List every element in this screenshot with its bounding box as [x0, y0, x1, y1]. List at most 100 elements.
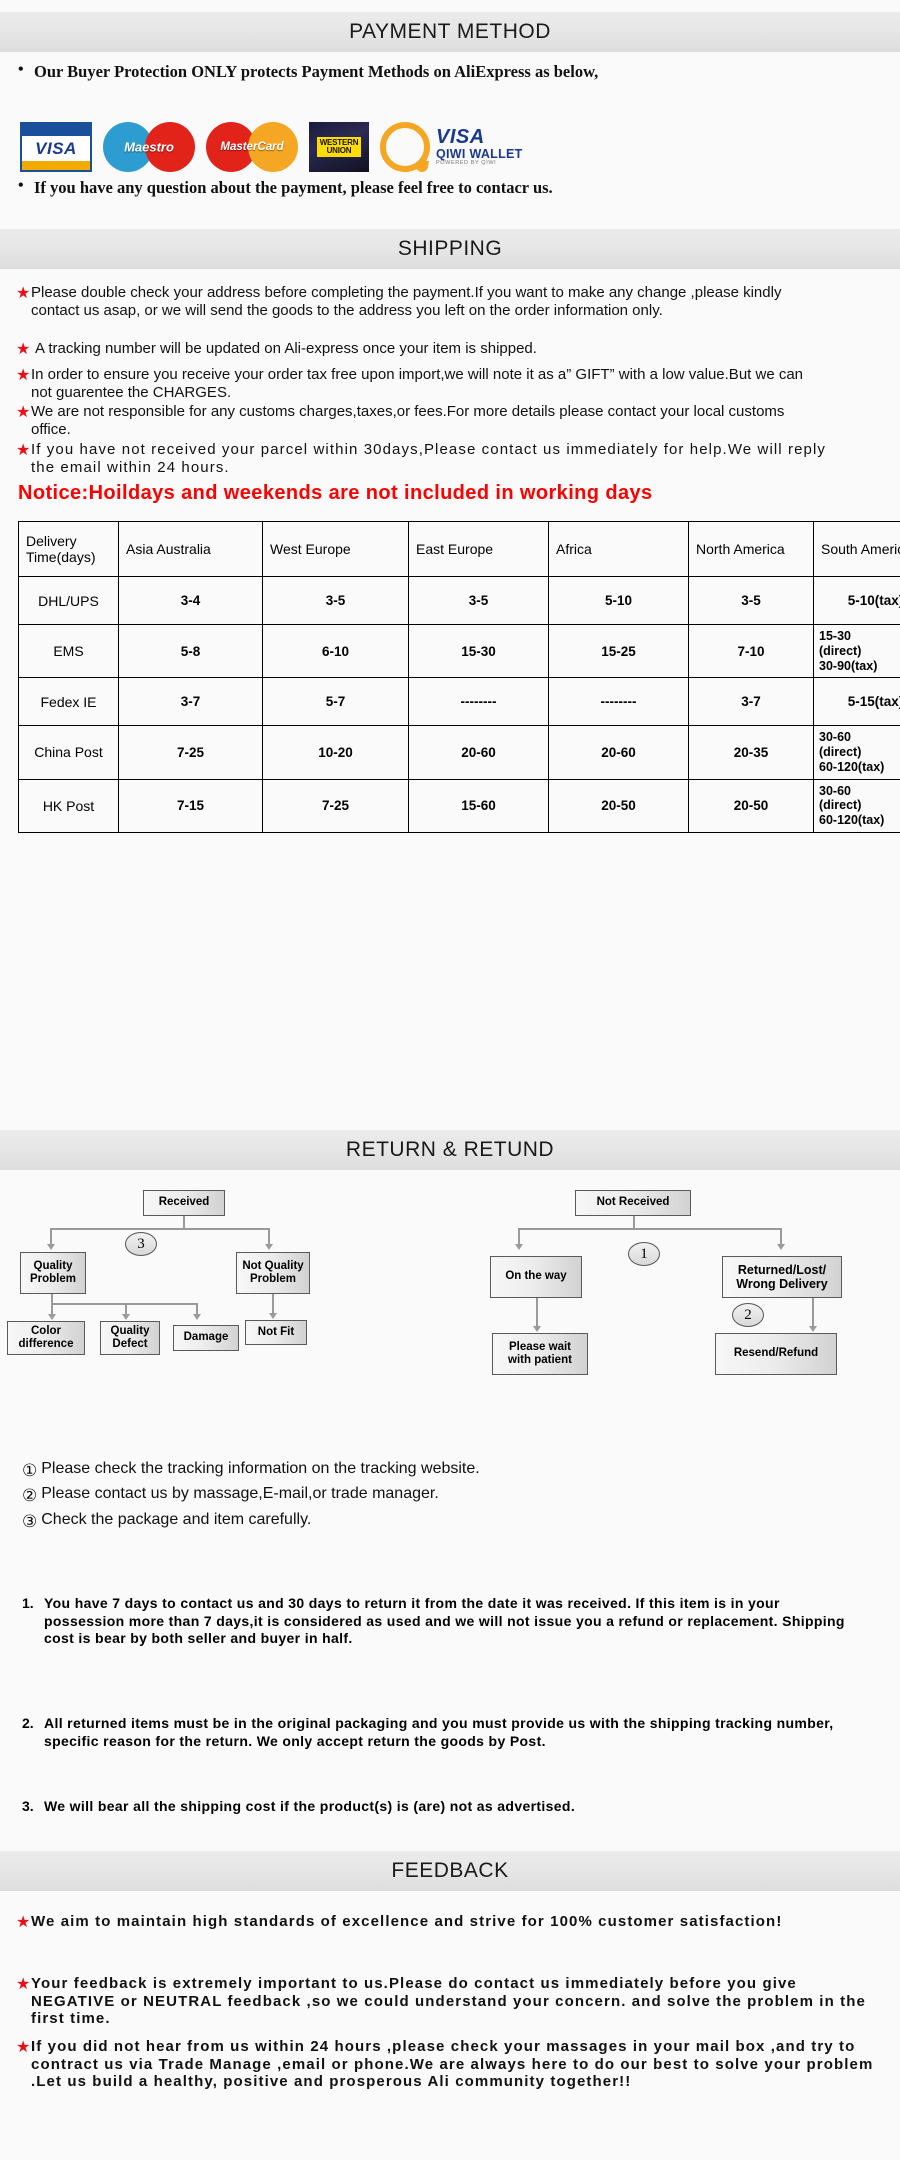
flow-line	[536, 1298, 538, 1328]
step-text-1: Please check the tracking information on…	[41, 1460, 480, 1477]
shipping-notice: Notice:Hoildays and weekends are not inc…	[18, 482, 653, 504]
section-banner-payment: PAYMENT METHOD	[0, 12, 900, 52]
step-item: ② Please contact us by massage,E-mail,or…	[22, 1485, 900, 1506]
cell: 5-15(tax)	[813, 677, 900, 727]
flow-node-quality-problem: Quality Problem	[20, 1252, 86, 1294]
flow-node-damage: Damage	[173, 1325, 239, 1351]
section-banner-feedback: FEEDBACK	[0, 1851, 900, 1891]
feedback-bullet-3-text: If you did not hear from us within 24 ho…	[31, 2038, 874, 2091]
flow-line	[183, 1216, 185, 1228]
payment-bullet-1-text: Our Buyer Protection ONLY protects Payme…	[34, 62, 599, 81]
feedback-bullet-1: ★ We aim to maintain high standards of e…	[0, 1913, 900, 1931]
col-header-delivery-time: Delivery Time(days)	[18, 521, 119, 577]
flow-arrow-icon	[265, 1244, 273, 1250]
feedback-bullet-3: ★ If you did not hear from us within 24 …	[0, 2038, 900, 2091]
cell: 20-60	[408, 725, 549, 780]
flow-node-not-quality-problem: Not Quality Problem	[236, 1252, 310, 1294]
flow-line	[51, 1294, 53, 1303]
step-text-2: Please contact us by massage,E-mail,or t…	[41, 1485, 439, 1503]
star-icon: ★	[16, 367, 31, 384]
steps-list: ① Please check the tracking information …	[0, 1460, 900, 1536]
row-method-china-post: China Post	[18, 725, 119, 780]
qiwi-q-icon	[380, 122, 430, 172]
page-root: PAYMENT METHOD • Our Buyer Protection ON…	[0, 0, 900, 2160]
step-item: ③ Check the package and item carefully.	[22, 1511, 900, 1532]
return-policy-text-3: We will bear all the shipping cost if th…	[44, 1798, 576, 1814]
return-policy-item-3: 3. We will bear all the shipping cost if…	[0, 1798, 900, 1816]
cell: 3-7	[688, 677, 814, 727]
star-icon: ★	[16, 2039, 31, 2056]
flow-arrow-icon	[48, 1314, 56, 1320]
shipping-bullet-1-text: Please double check your address before …	[31, 284, 782, 319]
row-method-ems: EMS	[18, 623, 119, 679]
cell: 7-10	[688, 623, 814, 679]
star-icon: ★	[16, 404, 31, 421]
table-body: DHL/UPS 3-4 3-5 3-5 5-10 3-5 5-10(tax) E…	[18, 576, 900, 833]
cell: 3-5	[688, 576, 814, 625]
shipping-bullet-2-text: A tracking number will be updated on Ali…	[35, 340, 537, 357]
flow-node-returned-lost-wrong-delivery: Returned/Lost/ Wrong Delivery	[722, 1256, 842, 1298]
flow-arrow-icon	[533, 1326, 541, 1332]
flow-arrow-icon	[193, 1314, 201, 1320]
return-title: RETURN & RETUND	[345, 1138, 555, 1161]
cell: 7-25	[262, 778, 409, 833]
return-policy-item-2: 2. All returned items must be in the ori…	[0, 1715, 900, 1750]
return-policy-index-3: 3.	[22, 1798, 34, 1814]
visa-bottom-bar	[22, 161, 90, 170]
star-icon: ★	[16, 341, 31, 358]
table-row: China Post 7-25 10-20 20-60 20-60 20-35 …	[18, 725, 900, 780]
return-policy-item-1: 1. You have 7 days to contact us and 30 …	[0, 1595, 900, 1648]
table-row: DHL/UPS 3-4 3-5 3-5 5-10 3-5 5-10(tax)	[18, 576, 900, 625]
maestro-logo: Maestro	[103, 122, 195, 172]
section-banner-shipping: SHIPPING	[0, 229, 900, 269]
step-item: ① Please check the tracking information …	[22, 1460, 900, 1481]
flow-arrow-icon	[269, 1313, 277, 1319]
flow-line	[518, 1228, 780, 1230]
mastercard-logo: MasterCard	[206, 122, 298, 172]
flow-node-resend-refund: Resend/Refund	[715, 1333, 837, 1375]
col-header-north-america: North America	[688, 521, 814, 577]
visa-logo: VISA	[20, 122, 92, 172]
shipping-time-table: Delivery Time(days) Asia Australia West …	[18, 521, 900, 833]
western-union-line2: UNION	[326, 146, 352, 155]
flow-arrow-icon	[122, 1314, 130, 1320]
table-header-row: Delivery Time(days) Asia Australia West …	[18, 521, 900, 577]
shipping-bullet-3-text: In order to ensure you receive your orde…	[31, 366, 804, 401]
flow-arrow-icon	[777, 1244, 785, 1250]
table-row: Fedex IE 3-7 5-7 -------- -------- 3-7 5…	[18, 677, 900, 727]
flow-node-color-difference: Color difference	[7, 1321, 85, 1355]
shipping-bullet-5: ★ If you have not received your parcel w…	[0, 441, 900, 476]
cell: 20-35	[688, 725, 814, 780]
shipping-title: SHIPPING	[397, 237, 503, 260]
flow-badge-3: 3	[125, 1232, 157, 1256]
col-header-west-europe: West Europe	[262, 521, 409, 577]
step-number-2: ②	[22, 1486, 38, 1506]
cell: 3-7	[118, 677, 263, 727]
flow-badge-1: 1	[628, 1242, 660, 1266]
col-header-south-america: South America	[813, 521, 900, 577]
cell: 15-25	[548, 623, 689, 679]
col-header-africa: Africa	[548, 521, 689, 577]
payment-bullet-2-row: • If you have any question about the pay…	[0, 177, 900, 198]
star-icon: ★	[16, 1914, 31, 1931]
western-union-plate: WESTERN UNION	[316, 137, 362, 157]
return-policy-text-1: You have 7 days to contact us and 30 day…	[44, 1595, 845, 1646]
cell: 30-60 (direct) 60-120(tax)	[813, 778, 900, 833]
return-policy-index-2: 2.	[22, 1715, 34, 1731]
cell: 30-60 (direct) 60-120(tax)	[813, 725, 900, 780]
shipping-bullet-1: ★ Please double check your address befor…	[0, 284, 900, 319]
payment-logos: VISA Maestro MasterCard WESTERN UNION VI…	[0, 122, 530, 172]
flow-line	[633, 1216, 635, 1228]
col-header-east-europe: East Europe	[408, 521, 549, 577]
return-policy-text-2: All returned items must be in the origin…	[44, 1715, 834, 1749]
row-method-fedex-ie: Fedex IE	[18, 677, 119, 727]
flow-arrow-icon	[47, 1244, 55, 1250]
flow-node-received: Received	[143, 1190, 225, 1216]
flow-line	[812, 1298, 814, 1328]
flow-line	[50, 1228, 268, 1230]
feedback-bullet-1-text: We aim to maintain high standards of exc…	[31, 1913, 783, 1930]
star-icon: ★	[16, 442, 31, 459]
cell: 5-7	[262, 677, 409, 727]
table-row: EMS 5-8 6-10 15-30 15-25 7-10 15-30 (dir…	[18, 623, 900, 679]
col-header-asia-australia: Asia Australia	[118, 521, 263, 577]
